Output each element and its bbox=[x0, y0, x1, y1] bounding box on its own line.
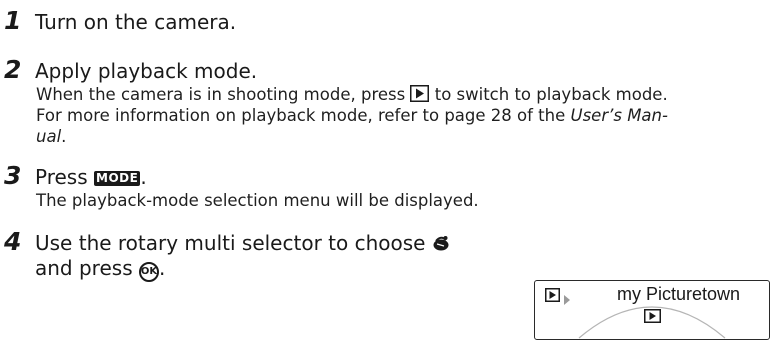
step-number: 4 bbox=[4, 227, 22, 256]
step-title-line-1: Use the rotary multi selector to choose bbox=[35, 231, 450, 257]
step-title: Apply playback mode. bbox=[35, 59, 258, 83]
step-number: 1 bbox=[4, 6, 22, 35]
step-number: 3 bbox=[4, 161, 22, 190]
camera-lcd-screen: my Picturetown bbox=[534, 280, 770, 340]
step-title-line-2: and press OK. bbox=[35, 256, 166, 282]
step-3-body: The playback-mode selection menu will be… bbox=[36, 191, 479, 210]
step-2-body-line-1: When the camera is in shooting mode, pre… bbox=[36, 85, 668, 107]
step-number: 2 bbox=[4, 55, 22, 84]
step-title: Turn on the camera. bbox=[35, 10, 237, 34]
step-2-body-line-3: ual. bbox=[36, 127, 67, 146]
step-title: Press MODE. bbox=[35, 165, 147, 189]
step-2-body-line-2: For more information on playback mode, r… bbox=[36, 106, 668, 125]
ok-button-icon: OK bbox=[138, 262, 159, 282]
mode-button-icon: MODE bbox=[94, 171, 141, 186]
manual-title-continued: ual bbox=[36, 127, 62, 146]
playback-icon bbox=[410, 85, 430, 107]
manual-title: User’s Man- bbox=[570, 106, 668, 125]
picturetown-icon bbox=[432, 233, 450, 257]
playback-icon bbox=[644, 308, 661, 327]
